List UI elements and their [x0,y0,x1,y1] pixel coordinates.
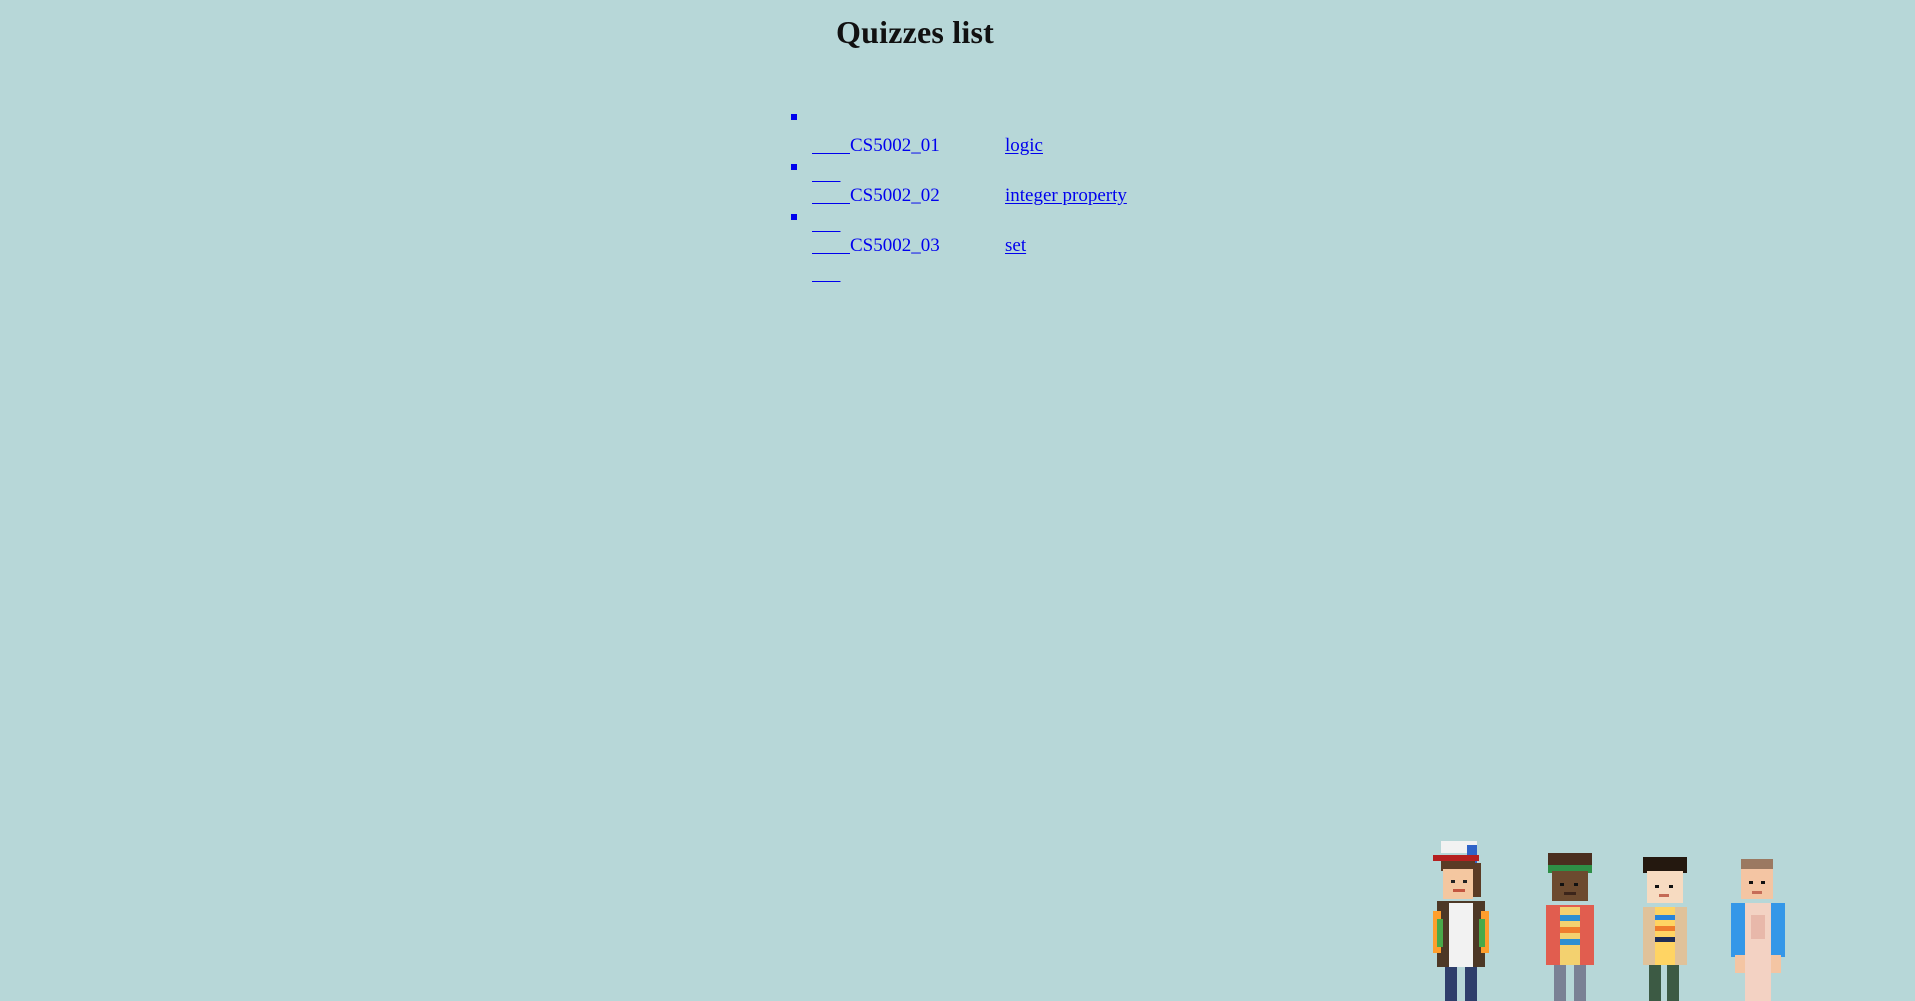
quiz-topic: set [1005,235,1027,256]
character-girl-icon [1731,859,1785,1001]
quiz-topic: integer property [1005,185,1127,206]
bullet-icon [791,114,797,120]
character-boy-icon [1643,857,1687,1001]
bullet-icon [791,214,797,220]
bullet-icon [791,164,797,170]
character-cap-icon [1433,841,1489,1001]
quiz-list-item: CS5002_03 set [791,204,1127,256]
pixel-characters [1429,836,1819,1001]
quiz-code: CS5002_03 [850,235,940,256]
quizzes-page: Quizzes list CS5002_01 logic CS5002_02 int… [0,0,1915,1001]
quiz-list-item: CS5002_02 integer property [791,154,1127,206]
quiz-list: CS5002_01 logic CS5002_02 integer property… [791,104,1127,256]
quiz-topic: logic [1005,135,1043,156]
page-title: Quizzes list [836,14,994,50]
character-headband-icon [1546,853,1594,1001]
quiz-link[interactable]: CS5002_03 set [812,204,1026,288]
quiz-list-item: CS5002_01 logic [791,104,1127,156]
